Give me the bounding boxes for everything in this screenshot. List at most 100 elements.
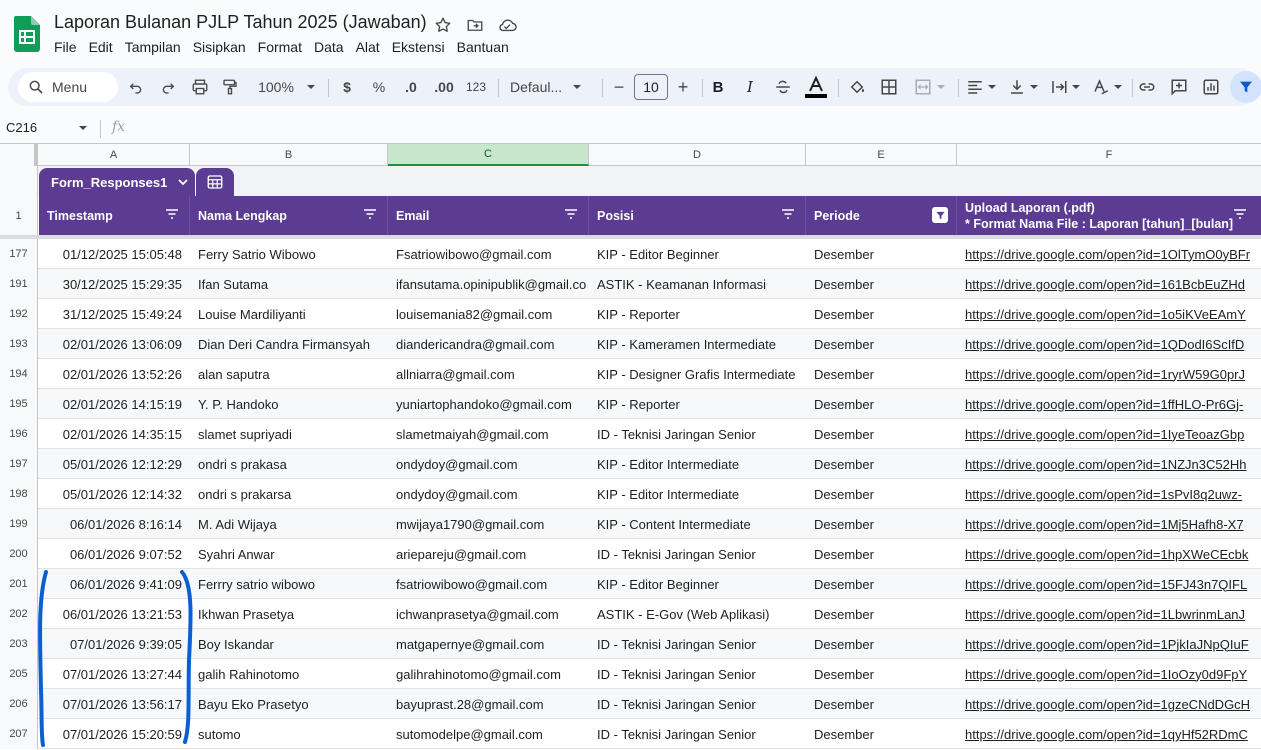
cell-upload-link[interactable]: https://drive.google.com/open?id=1PjkIaJ… xyxy=(957,629,1261,659)
cell-upload-link[interactable]: https://drive.google.com/open?id=1gzeCNd… xyxy=(957,689,1261,719)
cell-posisi[interactable]: KIP - Editor Beginner xyxy=(589,569,806,599)
vertical-align-button[interactable] xyxy=(1006,68,1040,106)
cell-periode[interactable]: Desember xyxy=(806,689,957,719)
cell-posisi[interactable]: KIP - Editor Beginner xyxy=(589,239,806,269)
font-family-select[interactable]: Defaul... xyxy=(510,68,592,106)
cell-nama-lengkap[interactable]: M. Adi Wijaya xyxy=(190,509,388,539)
row-number[interactable]: 193 xyxy=(0,329,38,359)
row-number[interactable]: 201 xyxy=(0,569,38,599)
cell-upload-link[interactable]: https://drive.google.com/open?id=15FJ43n… xyxy=(957,569,1261,599)
menu-file[interactable]: File xyxy=(48,38,83,56)
print-button[interactable] xyxy=(188,68,212,106)
cell-posisi[interactable]: KIP - Reporter xyxy=(589,389,806,419)
select-all-corner[interactable] xyxy=(0,144,38,166)
cell-upload-link[interactable]: https://drive.google.com/open?id=1hpXWeC… xyxy=(957,539,1261,569)
merge-cells-button[interactable] xyxy=(910,68,950,106)
cell-upload-link[interactable]: https://drive.google.com/open?id=1Mj5Haf… xyxy=(957,509,1261,539)
cell-periode[interactable]: Desember xyxy=(806,419,957,449)
cell-periode[interactable]: Desember xyxy=(806,629,957,659)
cell-timestamp[interactable]: 31/12/2025 15:49:24 xyxy=(39,299,190,329)
cell-nama-lengkap[interactable]: Louise Mardiliyanti xyxy=(190,299,388,329)
cell-posisi[interactable]: KIP - Designer Grafis Intermediate xyxy=(589,359,806,389)
cell-email[interactable]: ichwanprasetya@gmail.com xyxy=(388,599,589,629)
italic-button[interactable]: I xyxy=(740,68,760,106)
increase-font-size-button[interactable]: + xyxy=(674,68,692,106)
cell-timestamp[interactable]: 07/01/2026 9:39:05 xyxy=(39,629,190,659)
row-number[interactable]: 194 xyxy=(0,359,38,389)
cell-email[interactable]: allniarra@gmail.com xyxy=(388,359,589,389)
paint-format-button[interactable] xyxy=(218,68,242,106)
menu-format[interactable]: Format xyxy=(252,38,308,56)
cell-periode[interactable]: Desember xyxy=(806,659,957,689)
row-number[interactable]: 192 xyxy=(0,299,38,329)
cell-nama-lengkap[interactable]: Ikhwan Prasetya xyxy=(190,599,388,629)
cell-periode[interactable]: Desember xyxy=(806,389,957,419)
cell-email[interactable]: fsatriowibowo@gmail.com xyxy=(388,569,589,599)
cell-email[interactable]: diandericandra@gmail.com xyxy=(388,329,589,359)
cell-nama-lengkap[interactable]: Dian Deri Candra Firmansyah xyxy=(190,329,388,359)
cell-timestamp[interactable]: 06/01/2026 9:07:52 xyxy=(39,539,190,569)
cell-posisi[interactable]: ID - Teknisi Jaringan Senior xyxy=(589,689,806,719)
decrease-font-size-button[interactable]: − xyxy=(610,68,628,106)
column-header-e[interactable]: E xyxy=(806,144,957,166)
cell-posisi[interactable]: ID - Teknisi Jaringan Senior xyxy=(589,659,806,689)
cell-timestamp[interactable]: 02/01/2026 14:35:15 xyxy=(39,419,190,449)
filter-lines-icon[interactable] xyxy=(165,208,179,220)
row-number[interactable]: 200 xyxy=(0,539,38,569)
cell-periode[interactable]: Desember xyxy=(806,539,957,569)
cell-email[interactable]: bayuprast.28@gmail.com xyxy=(388,689,589,719)
filter-lines-icon[interactable] xyxy=(363,208,377,220)
redo-button[interactable] xyxy=(156,68,180,106)
filter-lines-icon[interactable] xyxy=(564,208,578,220)
cell-email[interactable]: Fsatriowibowo@gmail.com xyxy=(388,239,589,269)
cell-periode[interactable]: Desember xyxy=(806,569,957,599)
cell-posisi[interactable]: KIP - Editor Intermediate xyxy=(589,449,806,479)
cell-timestamp[interactable]: 02/01/2026 13:06:09 xyxy=(39,329,190,359)
cell-upload-link[interactable]: https://drive.google.com/open?id=1IyeTeo… xyxy=(957,419,1261,449)
cell-timestamp[interactable]: 06/01/2026 8:16:14 xyxy=(39,509,190,539)
cell-posisi[interactable]: ID - Teknisi Jaringan Senior xyxy=(589,629,806,659)
cell-timestamp[interactable]: 07/01/2026 13:56:17 xyxy=(39,689,190,719)
cell-nama-lengkap[interactable]: Bayu Eko Prasetyo xyxy=(190,689,388,719)
filter-button[interactable] xyxy=(1230,71,1261,103)
cell-email[interactable]: ondydoy@gmail.com xyxy=(388,479,589,509)
cell-upload-link[interactable]: https://drive.google.com/open?id=1QDodI6… xyxy=(957,329,1261,359)
cell-periode[interactable]: Desember xyxy=(806,269,957,299)
cell-nama-lengkap[interactable]: Ferrry satrio wibowo xyxy=(190,569,388,599)
active-filter-icon[interactable] xyxy=(932,207,948,223)
menu-extensions[interactable]: Ekstensi xyxy=(386,38,451,56)
insert-chart-button[interactable] xyxy=(1200,68,1222,106)
cell-email[interactable]: louisemania82@gmail.com xyxy=(388,299,589,329)
cell-nama-lengkap[interactable]: ondri s prakasa xyxy=(190,449,388,479)
cell-upload-link[interactable]: https://drive.google.com/open?id=1IoOzy0… xyxy=(957,659,1261,689)
header-upload-laporan[interactable]: Upload Laporan (.pdf) * Format Nama File… xyxy=(957,196,1257,235)
cell-posisi[interactable]: KIP - Reporter xyxy=(589,299,806,329)
cell-timestamp[interactable]: 05/01/2026 12:12:29 xyxy=(39,449,190,479)
cell-posisi[interactable]: ASTIK - E-Gov (Web Aplikasi) xyxy=(589,599,806,629)
cell-email[interactable]: yuniartophandoko@gmail.com xyxy=(388,389,589,419)
cell-upload-link[interactable]: https://drive.google.com/open?id=1sPvI8q… xyxy=(957,479,1261,509)
cell-nama-lengkap[interactable]: slamet supriyadi xyxy=(190,419,388,449)
column-header-c[interactable]: C xyxy=(388,144,589,166)
header-nama-lengkap[interactable]: Nama Lengkap xyxy=(190,196,388,235)
cell-posisi[interactable]: KIP - Content Intermediate xyxy=(589,509,806,539)
cell-nama-lengkap[interactable]: ondri s prakarsa xyxy=(190,479,388,509)
table-name-chip[interactable]: Form_Responses1 xyxy=(39,168,195,196)
increase-decimal-button[interactable]: .00 xyxy=(430,68,458,106)
column-header-f[interactable]: F xyxy=(957,144,1261,166)
cell-email[interactable]: mwijaya1790@gmail.com xyxy=(388,509,589,539)
text-wrapping-button[interactable] xyxy=(1048,68,1082,106)
cell-periode[interactable]: Desember xyxy=(806,599,957,629)
cell-nama-lengkap[interactable]: Boy Iskandar xyxy=(190,629,388,659)
row-number[interactable]: 177 xyxy=(0,239,38,269)
cell-email[interactable]: ondydoy@gmail.com xyxy=(388,449,589,479)
text-rotation-button[interactable] xyxy=(1090,68,1124,106)
menu-insert[interactable]: Sisipkan xyxy=(187,38,252,56)
cell-timestamp[interactable]: 01/12/2025 15:05:48 xyxy=(39,239,190,269)
cell-posisi[interactable]: ASTIK - Keamanan Informasi xyxy=(589,269,806,299)
cell-periode[interactable]: Desember xyxy=(806,299,957,329)
cell-periode[interactable]: Desember xyxy=(806,359,957,389)
cell-timestamp[interactable]: 05/01/2026 12:14:32 xyxy=(39,479,190,509)
filter-lines-icon[interactable] xyxy=(1233,208,1247,220)
more-formats-button[interactable]: 123 xyxy=(464,68,488,106)
